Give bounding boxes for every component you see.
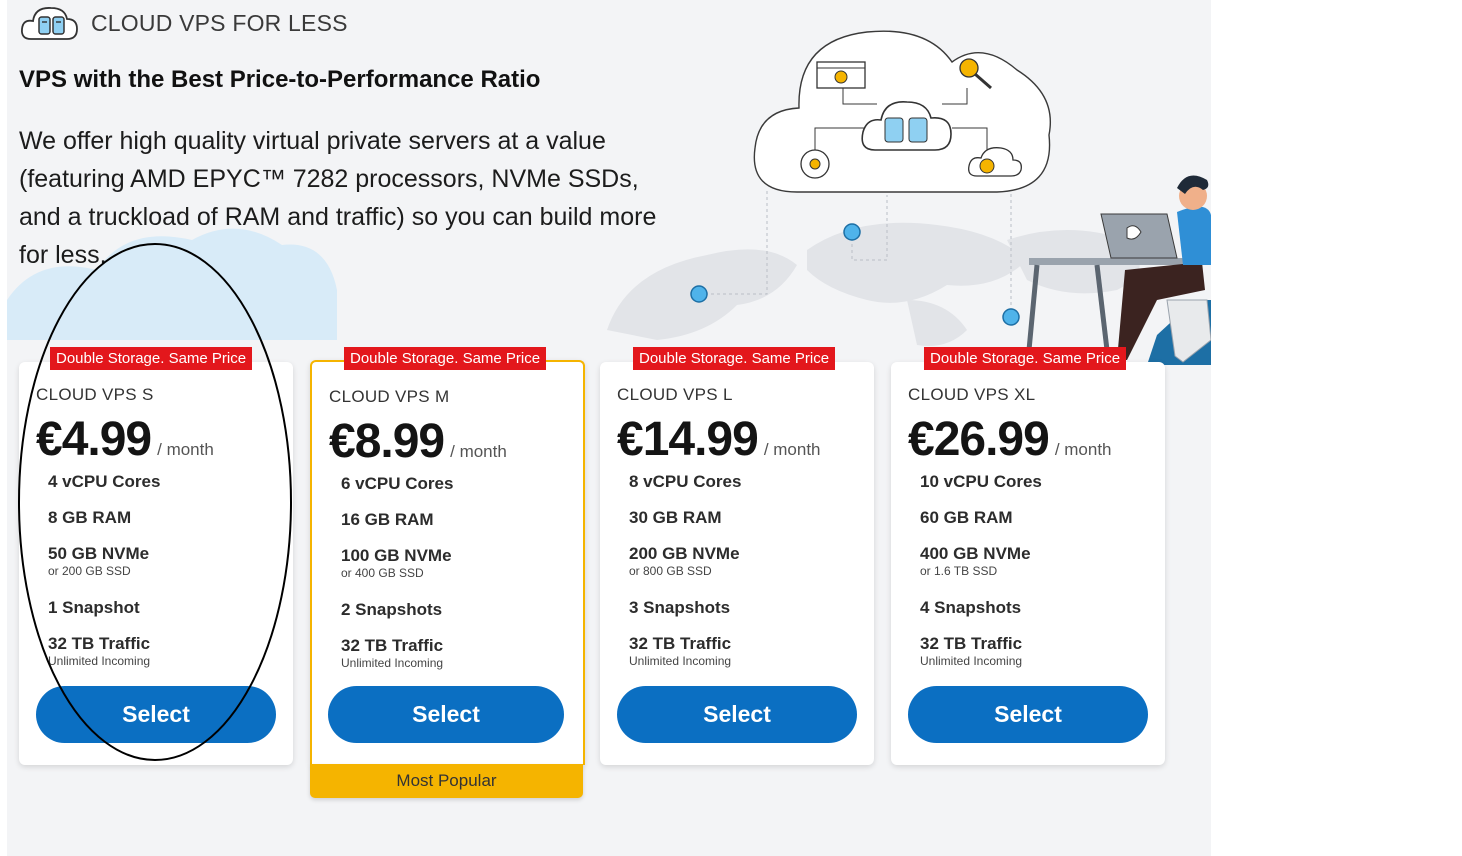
plan-card-l: Double Storage. Same Price CLOUD VPS L €… <box>600 347 874 765</box>
feature-sublabel: or 200 GB SSD <box>48 564 131 578</box>
feature-label: 6 vCPU Cores <box>341 474 454 493</box>
feature-sublabel: or 1.6 TB SSD <box>920 564 998 578</box>
price-row: €8.99 / month <box>329 414 507 469</box>
feature-label: 8 GB RAM <box>48 508 132 527</box>
promo-badge: Double Storage. Same Price <box>344 347 547 370</box>
brand-name: CLOUD VPS FOR LESS <box>91 9 348 36</box>
feature-label: 32 TB Traffic <box>341 636 444 655</box>
feature-sublabel: Unlimited Incoming <box>341 656 444 670</box>
plan-name: CLOUD VPS XL <box>908 385 1036 404</box>
feature-label: 32 TB Traffic <box>629 634 732 653</box>
network-dot <box>843 223 861 241</box>
feature-cores: 4 vCPU Cores <box>48 472 160 508</box>
feature-label: 1 Snapshot <box>48 598 140 617</box>
plan-price: €26.99 <box>908 413 1050 466</box>
feature-sublabel: Unlimited Incoming <box>48 654 151 668</box>
price-row: €4.99 / month <box>36 412 214 467</box>
select-button-m[interactable]: Select <box>328 686 564 743</box>
feature-label: 100 GB NVMe <box>341 546 452 565</box>
plan-price: €8.99 <box>329 415 445 468</box>
feature-cores: 10 vCPU Cores <box>920 472 1042 508</box>
feature-ram: 60 GB RAM <box>920 508 1042 544</box>
feature-storage: 200 GB NVMe or 800 GB SSD <box>629 544 741 598</box>
feature-label: 32 TB Traffic <box>920 634 1023 653</box>
feature-traffic: 32 TB Traffic Unlimited Incoming <box>48 634 160 688</box>
feature-label: 200 GB NVMe <box>629 544 740 563</box>
feature-ram: 16 GB RAM <box>341 510 453 546</box>
feature-snapshots: 2 Snapshots <box>341 600 453 636</box>
promo-badge: Double Storage. Same Price <box>50 347 253 370</box>
page-headline: VPS with the Best Price-to-Performance R… <box>19 66 541 93</box>
feature-sublabel: or 800 GB SSD <box>629 564 712 578</box>
feature-storage: 100 GB NVMe or 400 GB SSD <box>341 546 453 600</box>
feature-traffic: 32 TB Traffic Unlimited Incoming <box>629 634 741 688</box>
feature-label: 8 vCPU Cores <box>629 472 742 491</box>
feature-list: 8 vCPU Cores 30 GB RAM 200 GB NVMe or 800… <box>629 472 741 688</box>
select-button-xl[interactable]: Select <box>908 686 1148 743</box>
intro-text: We offer high quality virtual private se… <box>19 127 657 269</box>
promo-badge: Double Storage. Same Price <box>633 347 836 370</box>
feature-cores: 6 vCPU Cores <box>341 474 453 510</box>
price-period: / month <box>450 442 507 461</box>
feature-traffic: 32 TB Traffic Unlimited Incoming <box>920 634 1042 688</box>
feature-ram: 30 GB RAM <box>629 508 741 544</box>
plan-name: CLOUD VPS M <box>329 387 450 406</box>
network-dot <box>1002 308 1020 326</box>
world-map <box>607 222 1140 346</box>
feature-cores: 8 vCPU Cores <box>629 472 741 508</box>
promo-badge: Double Storage. Same Price <box>924 347 1127 370</box>
feature-label: 3 Snapshots <box>629 598 731 617</box>
feature-label: 60 GB RAM <box>920 508 1013 527</box>
feature-label: 30 GB RAM <box>629 508 722 527</box>
feature-list: 10 vCPU Cores 60 GB RAM 400 GB NVMe or 1.… <box>920 472 1042 688</box>
brand: CLOUD VPS FOR LESS <box>19 6 348 40</box>
disk-icon <box>800 149 830 179</box>
feature-label: 50 GB NVMe <box>48 544 150 563</box>
plan-name: CLOUD VPS S <box>36 385 154 404</box>
settings-window-icon <box>816 61 866 89</box>
feature-snapshots: 4 Snapshots <box>920 598 1042 634</box>
select-button-s[interactable]: Select <box>36 686 276 743</box>
network-dot <box>690 285 708 303</box>
plan-card-s: Double Storage. Same Price CLOUD VPS S €… <box>19 347 293 765</box>
feature-label: 16 GB RAM <box>341 510 434 529</box>
feature-sublabel: Unlimited Incoming <box>920 654 1023 668</box>
feature-snapshots: 1 Snapshot <box>48 598 160 634</box>
price-period: / month <box>157 440 214 459</box>
feature-snapshots: 3 Snapshots <box>629 598 741 634</box>
price-row: €14.99 / month <box>617 412 821 467</box>
feature-traffic: 32 TB Traffic Unlimited Incoming <box>341 636 453 690</box>
price-period: / month <box>763 440 821 459</box>
price-row: €26.99 / month <box>908 412 1112 467</box>
plan-price: €14.99 <box>617 413 759 466</box>
plan-card-m: Double Storage. Same Price CLOUD VPS M €… <box>310 347 585 765</box>
feature-storage: 400 GB NVMe or 1.6 TB SSD <box>920 544 1042 598</box>
pricing-section: CLOUD VPS FOR LESS VPS with the Best Pri… <box>7 0 1211 856</box>
feature-sublabel: or 400 GB SSD <box>341 566 424 580</box>
feature-label: 2 Snapshots <box>341 600 443 619</box>
most-popular-ribbon: Most Popular <box>310 764 583 798</box>
plan-card-xl: Double Storage. Same Price CLOUD VPS XL … <box>891 347 1165 765</box>
feature-storage: 50 GB NVMe or 200 GB SSD <box>48 544 160 598</box>
plan-name: CLOUD VPS L <box>617 385 733 404</box>
feature-list: 4 vCPU Cores 8 GB RAM 50 GB NVMe or 200 G… <box>48 472 160 688</box>
feature-ram: 8 GB RAM <box>48 508 160 544</box>
feature-label: 10 vCPU Cores <box>920 472 1042 491</box>
feature-label: 4 vCPU Cores <box>48 472 161 491</box>
feature-label: 400 GB NVMe <box>920 544 1031 563</box>
feature-label: 32 TB Traffic <box>48 634 151 653</box>
price-period: / month <box>1054 440 1112 459</box>
cloud-server-icon <box>21 7 78 40</box>
select-button-l[interactable]: Select <box>617 686 857 743</box>
feature-label: 4 Snapshots <box>920 598 1022 617</box>
plan-price: €4.99 <box>36 413 152 466</box>
feature-sublabel: Unlimited Incoming <box>629 654 732 668</box>
feature-list: 6 vCPU Cores 16 GB RAM 100 GB NVMe or 400… <box>341 474 453 690</box>
